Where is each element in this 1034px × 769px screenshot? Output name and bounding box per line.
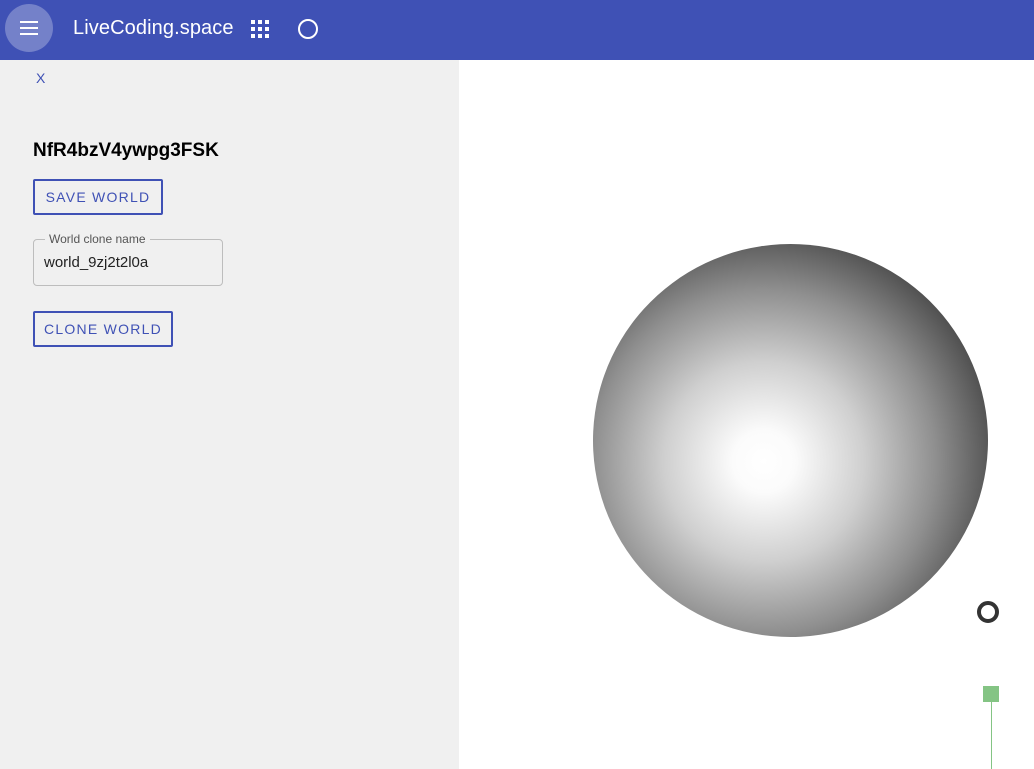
- close-sidebar-button[interactable]: X: [36, 70, 45, 86]
- world-clone-name-field[interactable]: World clone name: [33, 232, 223, 286]
- world-sidebar: X NfR4bzV4ywpg3FSK SAVE WORLD World clon…: [0, 60, 459, 769]
- menu-icon-bar: [20, 27, 38, 29]
- world-id-title: NfR4bzV4ywpg3FSK: [33, 140, 219, 161]
- world-clone-name-label: World clone name: [45, 232, 150, 246]
- apps-grid-icon[interactable]: [251, 20, 269, 38]
- app-bar: LiveCoding.space: [0, 0, 1034, 60]
- save-world-button[interactable]: SAVE WORLD: [33, 179, 163, 215]
- world-clone-name-input[interactable]: [44, 254, 214, 271]
- 3d-viewport[interactable]: [459, 60, 1034, 769]
- menu-button[interactable]: [5, 4, 53, 52]
- clone-world-button[interactable]: CLONE WORLD: [33, 311, 173, 347]
- green-marker-line: [991, 702, 992, 769]
- app-title[interactable]: LiveCoding.space: [73, 16, 234, 40]
- sphere-object[interactable]: [582, 233, 999, 648]
- ring-marker[interactable]: [977, 601, 999, 623]
- menu-icon-bar: [20, 33, 38, 35]
- menu-icon: [20, 21, 38, 23]
- green-marker[interactable]: [983, 686, 999, 702]
- circle-icon[interactable]: [298, 19, 318, 39]
